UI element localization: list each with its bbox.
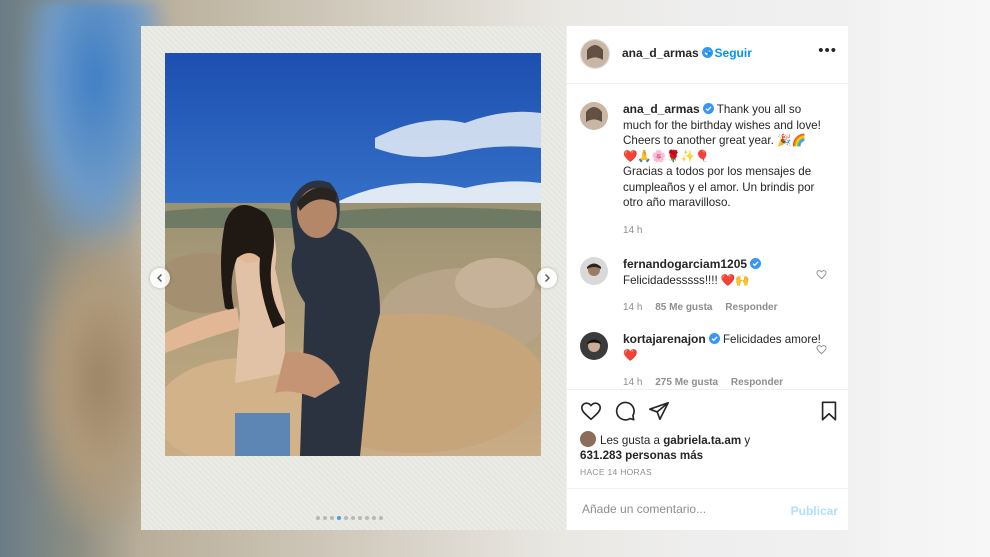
carousel-dot — [323, 516, 327, 520]
verified-badge-icon — [708, 333, 720, 344]
comment-time[interactable]: 14 h — [623, 377, 642, 388]
carousel-dot — [365, 516, 369, 520]
comment-meta: 14 h 275 Me gusta Responder — [623, 375, 823, 391]
likes-summary: Les gusta a gabriela.ta.am y 631.283 per… — [580, 431, 750, 463]
share-paper-plane-icon[interactable] — [648, 400, 670, 422]
avatar[interactable] — [580, 332, 608, 360]
post-sidebar: ana_d_armas • Seguir ••• ana_d_armas Tha… — [566, 26, 849, 530]
like-comment-heart-icon[interactable] — [816, 269, 827, 280]
avatar[interactable] — [580, 257, 608, 285]
verified-badge-icon — [702, 103, 714, 114]
comment-time[interactable]: 14 h — [623, 302, 642, 313]
like-heart-icon[interactable] — [580, 400, 602, 422]
comment-text: Felicidadesssss!!!! ❤️🙌 — [623, 273, 750, 287]
caption-emojis: ❤️🙏🌸🌹✨🎈 — [623, 149, 710, 163]
chevron-left-icon — [157, 274, 162, 282]
post-photo[interactable] — [165, 53, 541, 456]
comment-like-count[interactable]: 85 Me gusta — [655, 302, 712, 313]
comment-body: kortajarenajon Felicidades amore! ❤️ 14 … — [623, 332, 823, 391]
caption-meta: 14 h — [623, 223, 823, 239]
post-author-username[interactable]: ana_d_armas — [622, 46, 713, 60]
carousel-dot — [337, 516, 341, 520]
avatar — [580, 431, 596, 447]
comments-list: ana_d_armas Thank you all so much for th… — [567, 84, 849, 390]
like-comment-heart-icon[interactable] — [816, 344, 827, 355]
avatar[interactable] — [580, 39, 610, 69]
comment-username[interactable]: kortajarenajon — [623, 332, 706, 346]
caption-time[interactable]: 14 h — [623, 225, 642, 236]
likes-others-link[interactable]: 631.283 personas más — [580, 449, 703, 462]
reply-button[interactable]: Responder — [725, 302, 777, 313]
previous-image-button[interactable] — [150, 268, 170, 288]
verified-badge-icon — [750, 258, 762, 269]
comment-username[interactable]: fernandogarciam1205 — [623, 257, 747, 271]
carousel-dot — [316, 516, 320, 520]
carousel-dot — [351, 516, 355, 520]
comment-input[interactable] — [580, 501, 784, 517]
post-timestamp[interactable]: HACE 14 HORAS — [580, 467, 652, 477]
avatar[interactable] — [580, 102, 608, 130]
comment-bubble-icon[interactable] — [614, 400, 636, 422]
carousel-dot — [372, 516, 376, 520]
comment-meta: 14 h 85 Me gusta Responder — [623, 300, 823, 316]
carousel-dot — [358, 516, 362, 520]
instagram-post: ana_d_armas • Seguir ••• ana_d_armas Tha… — [141, 26, 849, 530]
more-options-icon[interactable]: ••• — [818, 42, 837, 59]
add-comment-bar: Publicar — [567, 488, 849, 531]
carousel-indicator — [316, 516, 383, 520]
comment-body: fernandogarciam1205 Felicidadesssss!!!! … — [623, 257, 823, 316]
likes-connector: y — [744, 434, 751, 447]
caption-body: ana_d_armas Thank you all so much for th… — [623, 102, 823, 238]
next-image-button[interactable] — [537, 268, 557, 288]
comment-like-count[interactable]: 275 Me gusta — [655, 377, 718, 388]
caption-username[interactable]: ana_d_armas — [623, 102, 700, 116]
carousel-dot — [379, 516, 383, 520]
likes-first-user[interactable]: gabriela.ta.am — [663, 434, 741, 447]
follow-button[interactable]: • Seguir — [707, 46, 752, 60]
carousel-dot — [330, 516, 334, 520]
background-right-blur — [850, 0, 990, 557]
publish-button[interactable]: Publicar — [791, 504, 838, 518]
carousel-dot — [344, 516, 348, 520]
caption-text-es: Gracias a todos por los mensajes de cump… — [623, 165, 815, 209]
action-bar: Les gusta a gabriela.ta.am y 631.283 per… — [567, 390, 849, 486]
save-bookmark-icon[interactable] — [818, 400, 840, 422]
chevron-right-icon — [545, 274, 550, 282]
likes-prefix: Les gusta a — [600, 434, 660, 447]
media-pane — [141, 26, 566, 530]
reply-button[interactable]: Responder — [731, 377, 783, 388]
post-header: ana_d_armas • Seguir ••• — [567, 26, 849, 84]
